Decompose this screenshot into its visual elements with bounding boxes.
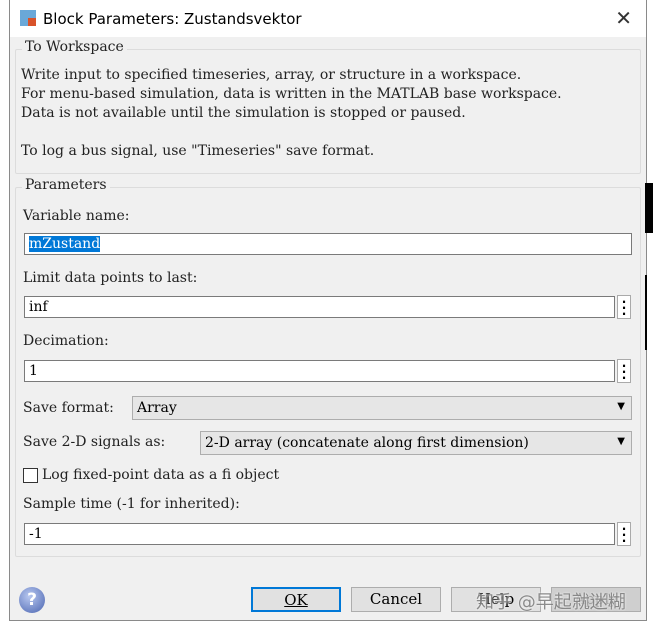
help-icon[interactable]: ? — [19, 587, 45, 613]
variable-name-label: Variable name: — [23, 208, 130, 224]
limit-input[interactable]: inf — [24, 296, 615, 318]
chevron-down-icon: ▼ — [617, 401, 625, 412]
limit-label: Limit data points to last: — [23, 270, 198, 286]
ok-button[interactable]: OK — [251, 587, 341, 612]
selected-text: mZustand — [29, 236, 101, 252]
title-bar: Block Parameters: Zustandsvektor ✕ — [10, 0, 646, 37]
cancel-button[interactable]: Cancel — [351, 587, 441, 612]
watermark: 知乎 @早起就迷糊 — [476, 592, 626, 613]
close-icon[interactable]: ✕ — [615, 6, 632, 30]
more-options-button[interactable]: · · · — [617, 359, 631, 384]
variable-name-input[interactable]: mZustand — [24, 233, 632, 255]
save-2d-value: 2-D array (concatenate along first dimen… — [205, 435, 529, 451]
window-title: Block Parameters: Zustandsvektor — [43, 10, 302, 28]
chevron-down-icon: ▼ — [617, 436, 625, 447]
dialog-window: Block Parameters: Zustandsvektor ✕ To Wo… — [9, 0, 647, 621]
log-fixed-checkbox[interactable] — [23, 468, 38, 483]
save-format-select[interactable]: Array ▼ — [132, 396, 632, 420]
background-block — [645, 183, 653, 233]
parameters-group: Parameters Variable name: mZustand Limit… — [15, 177, 641, 557]
more-options-button[interactable]: · · · — [617, 295, 631, 320]
description-line: For menu-based simulation, data is writt… — [21, 86, 562, 102]
description-group: To Workspace Write input to specified ti… — [15, 39, 641, 174]
description-line: Write input to specified timeseries, arr… — [21, 67, 522, 83]
background-block — [645, 275, 653, 350]
save-format-label: Save format: — [23, 400, 114, 416]
description-legend: To Workspace — [22, 39, 127, 55]
parameters-legend: Parameters — [22, 177, 110, 193]
description-line: Data is not available until the simulati… — [21, 105, 466, 121]
decimation-input[interactable]: 1 — [24, 360, 615, 382]
decimation-label: Decimation: — [23, 333, 109, 349]
description-line: To log a bus signal, use "Timeseries" sa… — [21, 143, 375, 159]
cancel-label: Cancel — [369, 590, 423, 608]
sample-time-input[interactable]: -1 — [24, 523, 615, 545]
save-2d-label: Save 2-D signals as: — [23, 434, 166, 450]
simulink-app-icon — [20, 10, 36, 26]
ok-label: OK — [284, 591, 308, 609]
sample-time-label: Sample time (-1 for inherited): — [23, 496, 240, 512]
save-2d-select[interactable]: 2-D array (concatenate along first dimen… — [200, 431, 632, 455]
more-options-button[interactable]: · · · — [617, 522, 631, 547]
save-format-value: Array — [137, 400, 177, 416]
log-fixed-label: Log fixed-point data as a fi object — [42, 467, 280, 483]
